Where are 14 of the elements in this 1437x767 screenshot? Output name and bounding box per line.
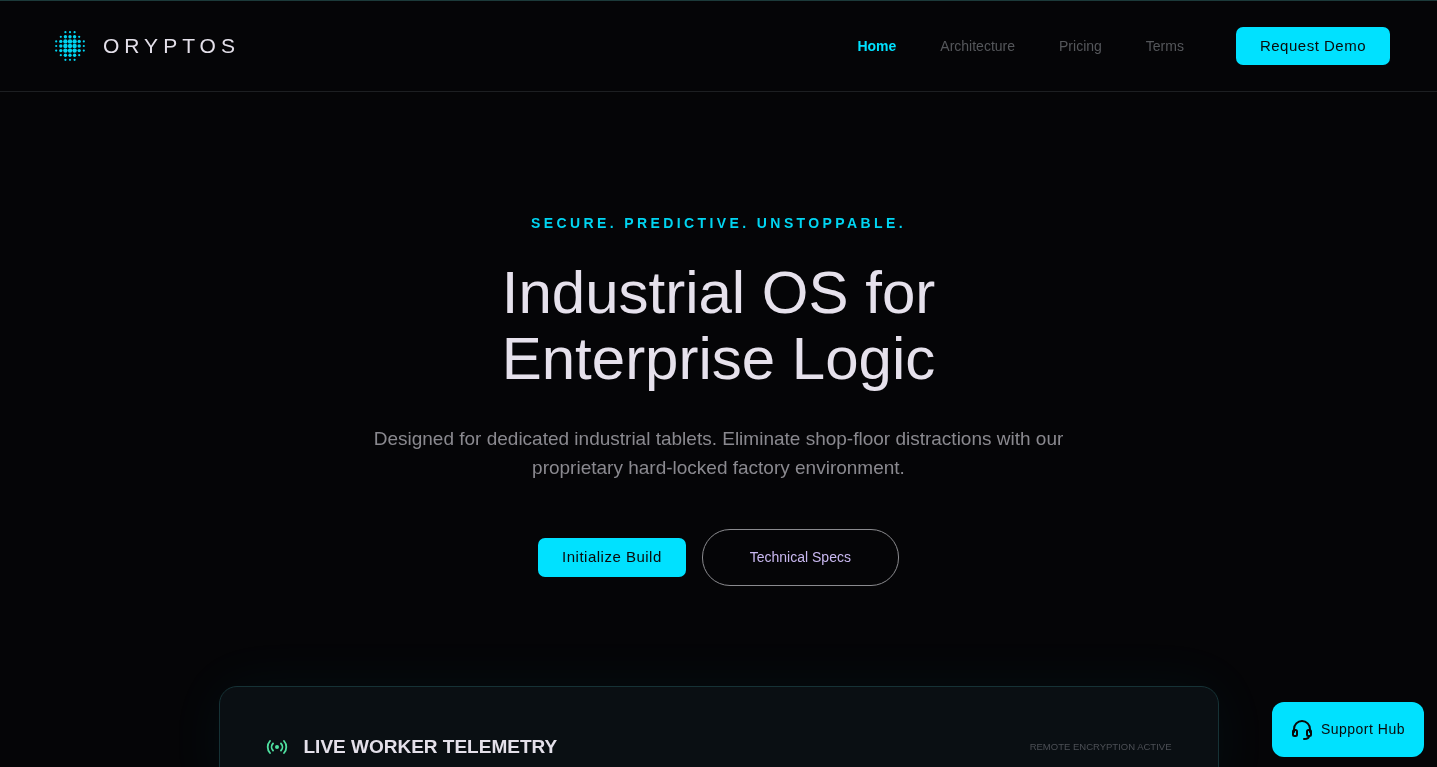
tagline: SECURE. PREDICTIVE. UNSTOPPABLE. bbox=[529, 214, 908, 233]
hero-description: Designed for dedicated industrial tablets. Eliminate shop-floor distractions with our proprietary hard-locked factory environment. bbox=[372, 427, 1065, 480]
encryption-status: REMOTE ENCRYPTION ACTIVE bbox=[1029, 740, 1172, 755]
broadcast-icon bbox=[265, 740, 288, 755]
headset-icon bbox=[1290, 719, 1313, 740]
support-button[interactable]: Support Hub bbox=[1271, 702, 1424, 757]
hero-title: Industrial OS for Enterprise Logic bbox=[500, 260, 937, 392]
request-demo-button[interactable]: Request Demo bbox=[1235, 26, 1390, 66]
telemetry-title: LIVE WORKER TELEMETRY bbox=[303, 735, 558, 759]
brand-name: ORYPTOS bbox=[103, 33, 240, 60]
nav-link[interactable]: Home bbox=[835, 35, 919, 57]
specs-button[interactable]: Technical Specs bbox=[701, 529, 899, 586]
initialize-button[interactable]: Initialize Build bbox=[538, 538, 686, 577]
logo-icon bbox=[53, 29, 87, 63]
